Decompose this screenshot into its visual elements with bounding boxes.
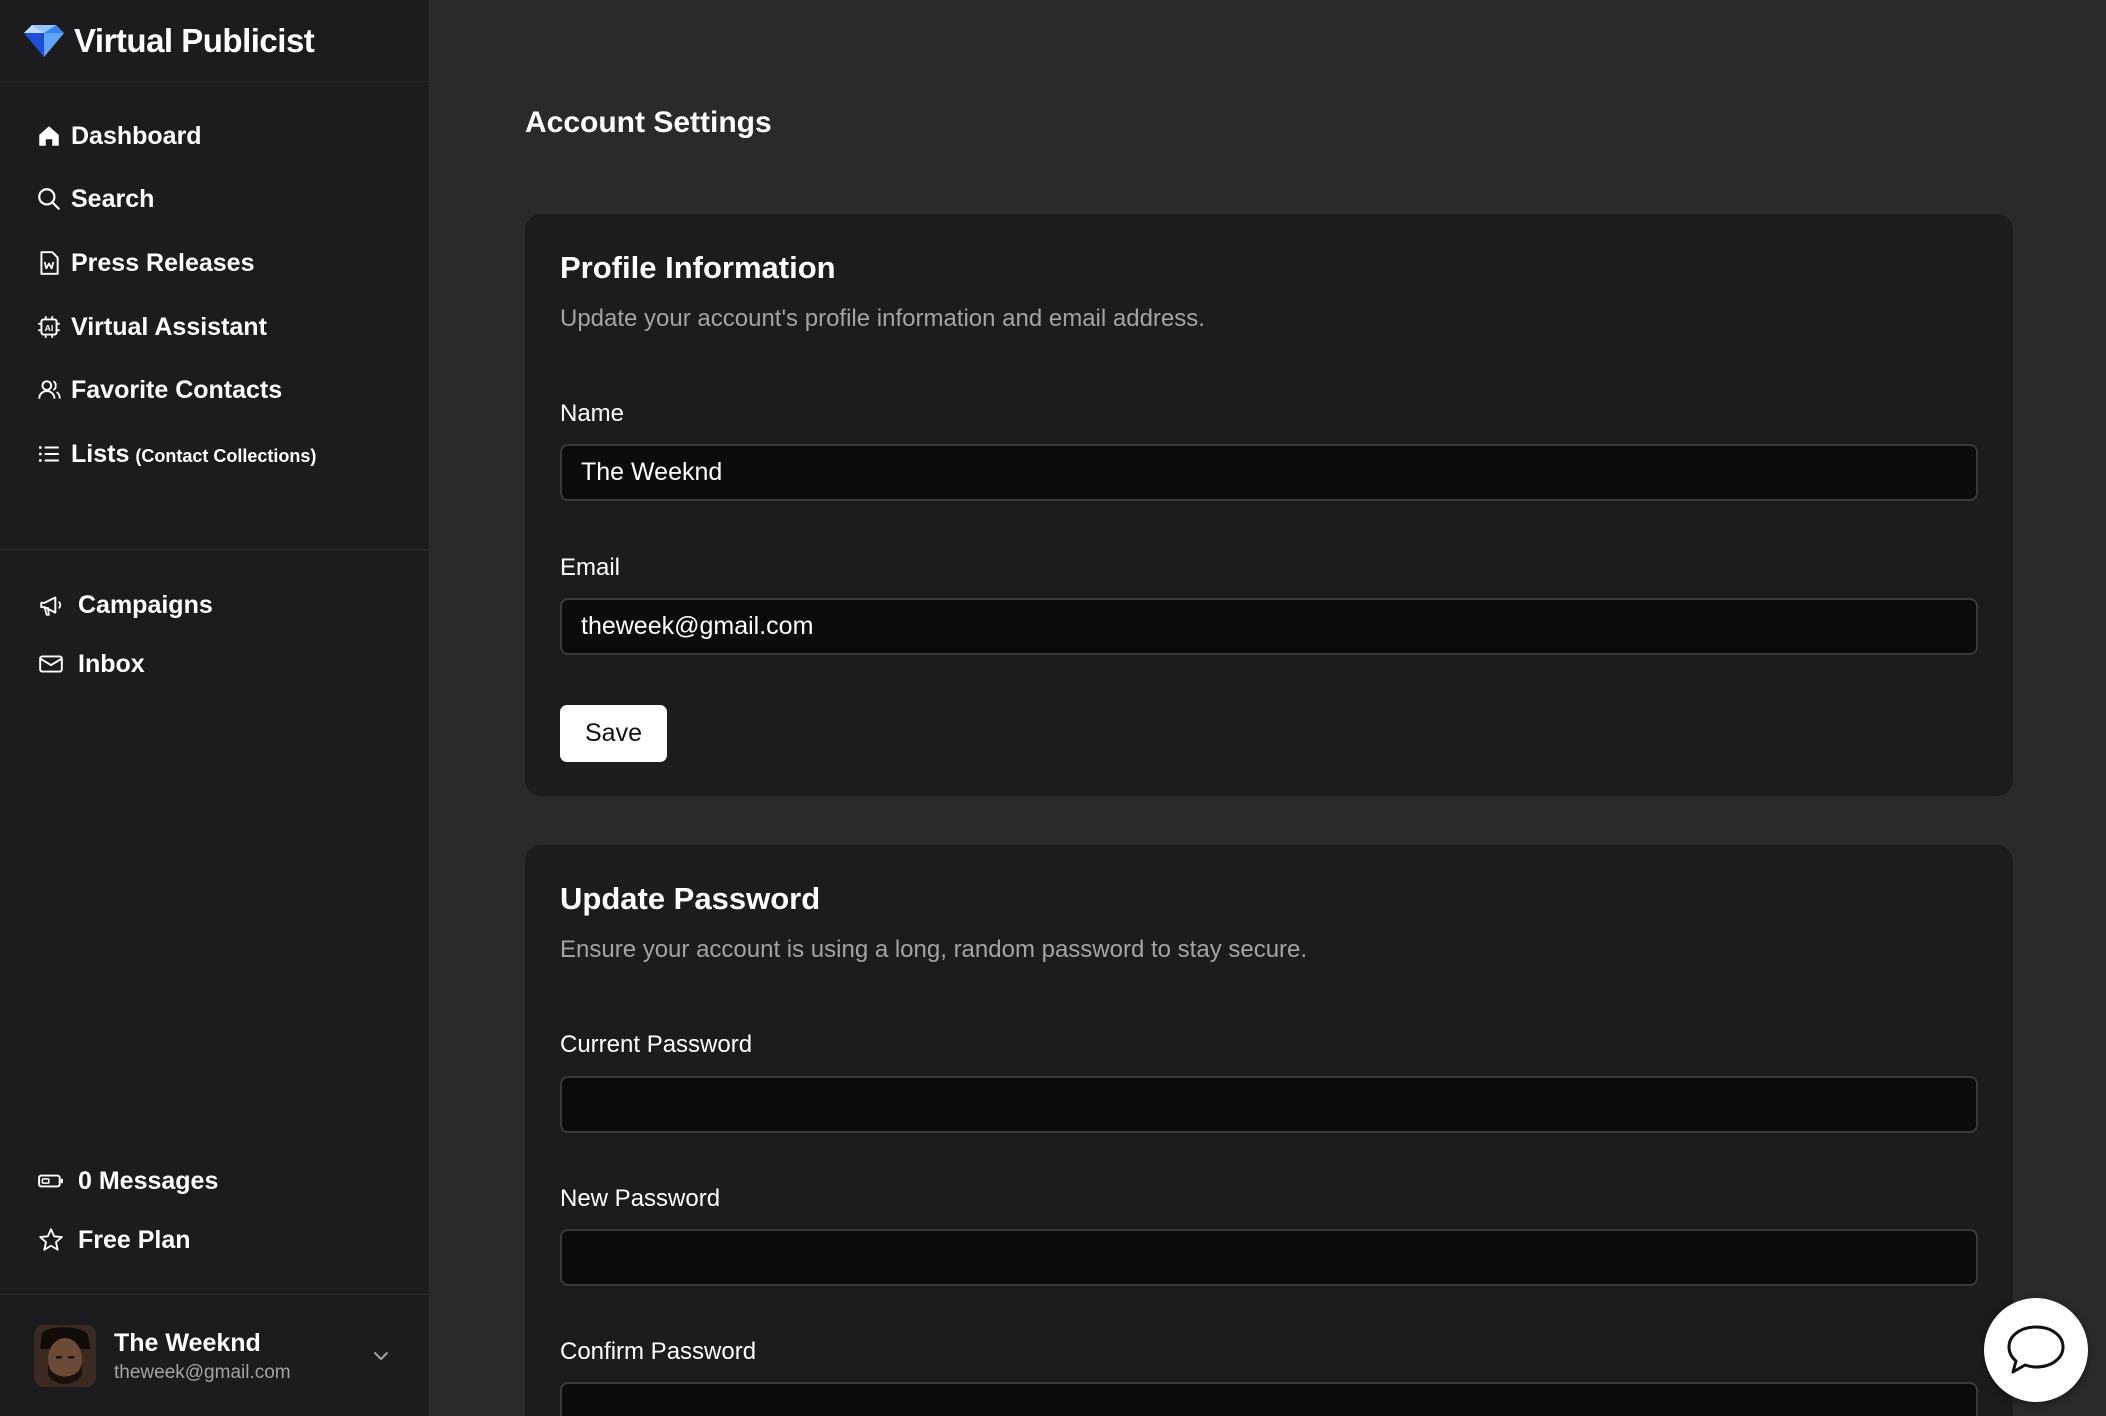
new-password-field[interactable] xyxy=(560,1229,1978,1286)
app-root: Virtual Publicist Dashboard Search Press… xyxy=(0,0,2106,1416)
nav-sublabel: (Contact Collections) xyxy=(135,445,317,466)
nav-item-virtual-assistant[interactable]: AI Virtual Assistant xyxy=(34,307,267,347)
new-password-label: New Password xyxy=(560,1185,721,1212)
confirm-password-label: Confirm Password xyxy=(560,1338,757,1365)
name-field[interactable] xyxy=(560,444,1978,501)
confirm-password-field[interactable] xyxy=(560,1382,1978,1416)
nav-label: Press Releases xyxy=(71,248,255,277)
brand-name: Virtual Publicist xyxy=(74,21,315,59)
name-label: Name xyxy=(560,400,625,427)
sidebar-divider xyxy=(0,1294,429,1295)
nav-label: Dashboard xyxy=(71,121,202,150)
home-icon xyxy=(34,121,64,151)
nav-label: Free Plan xyxy=(78,1225,191,1254)
battery-icon xyxy=(36,1166,66,1196)
nav-item-lists[interactable]: Lists (Contact Collections) xyxy=(34,434,316,474)
chat-launcher-button[interactable] xyxy=(1984,1298,2088,1402)
nav-label: Search xyxy=(71,184,155,213)
card-title: Profile Information xyxy=(560,250,836,285)
avatar xyxy=(34,1325,96,1387)
nav-label: Lists xyxy=(71,439,130,468)
megaphone-icon xyxy=(36,590,66,620)
chat-bubble-icon xyxy=(2007,1325,2065,1374)
save-button[interactable]: Save xyxy=(560,705,667,762)
profile-information-card: Profile Information Update your account'… xyxy=(525,214,2013,796)
user-name: The Weeknd xyxy=(114,1328,261,1357)
nav-label: Inbox xyxy=(78,649,145,678)
current-password-field[interactable] xyxy=(560,1076,1978,1133)
current-password-label: Current Password xyxy=(560,1031,753,1058)
email-label: Email xyxy=(560,554,621,581)
sidebar-divider xyxy=(0,549,429,550)
search-icon xyxy=(34,184,64,214)
card-title: Update Password xyxy=(560,881,821,916)
main-content: Account Settings Profile Information Upd… xyxy=(430,0,2106,1416)
nav-item-inbox[interactable]: Inbox xyxy=(36,644,145,684)
diamond-logo-icon xyxy=(24,24,64,57)
nav-item-campaigns[interactable]: Campaigns xyxy=(36,585,213,625)
nav-item-press-releases[interactable]: Press Releases xyxy=(34,243,254,283)
card-description: Ensure your account is using a long, ran… xyxy=(560,936,1308,963)
nav-item-dashboard[interactable]: Dashboard xyxy=(34,116,202,156)
nav-label: Favorite Contacts xyxy=(71,375,283,404)
nav-label: Virtual Assistant xyxy=(71,312,267,341)
email-field[interactable] xyxy=(560,598,1978,655)
envelope-icon xyxy=(36,649,66,679)
chevron-down-icon[interactable] xyxy=(369,1344,393,1368)
brand-header[interactable]: Virtual Publicist xyxy=(0,0,429,82)
nav-label: Campaigns xyxy=(78,590,213,619)
page-title: Account Settings xyxy=(525,106,772,139)
svg-text:AI: AI xyxy=(45,323,54,333)
messages-counter[interactable]: 0 Messages xyxy=(36,1161,218,1201)
list-icon xyxy=(34,439,64,469)
document-w-icon xyxy=(34,248,64,278)
sidebar: Virtual Publicist Dashboard Search Press… xyxy=(0,0,429,1416)
card-description: Update your account's profile informatio… xyxy=(560,305,1205,332)
user-info: The Weeknd theweek@gmail.com xyxy=(114,1329,291,1384)
update-password-card: Update Password Ensure your account is u… xyxy=(525,845,2013,1416)
plan-item[interactable]: Free Plan xyxy=(36,1220,191,1260)
user-menu[interactable]: The Weeknd theweek@gmail.com xyxy=(0,1296,429,1416)
nav-item-favorite-contacts[interactable]: Favorite Contacts xyxy=(34,370,282,410)
nav-item-search[interactable]: Search xyxy=(34,179,154,219)
user-email: theweek@gmail.com xyxy=(114,1361,291,1383)
ai-chip-icon: AI xyxy=(34,312,64,342)
nav-label: 0 Messages xyxy=(78,1166,219,1195)
users-icon xyxy=(34,375,64,405)
star-icon xyxy=(36,1225,66,1255)
